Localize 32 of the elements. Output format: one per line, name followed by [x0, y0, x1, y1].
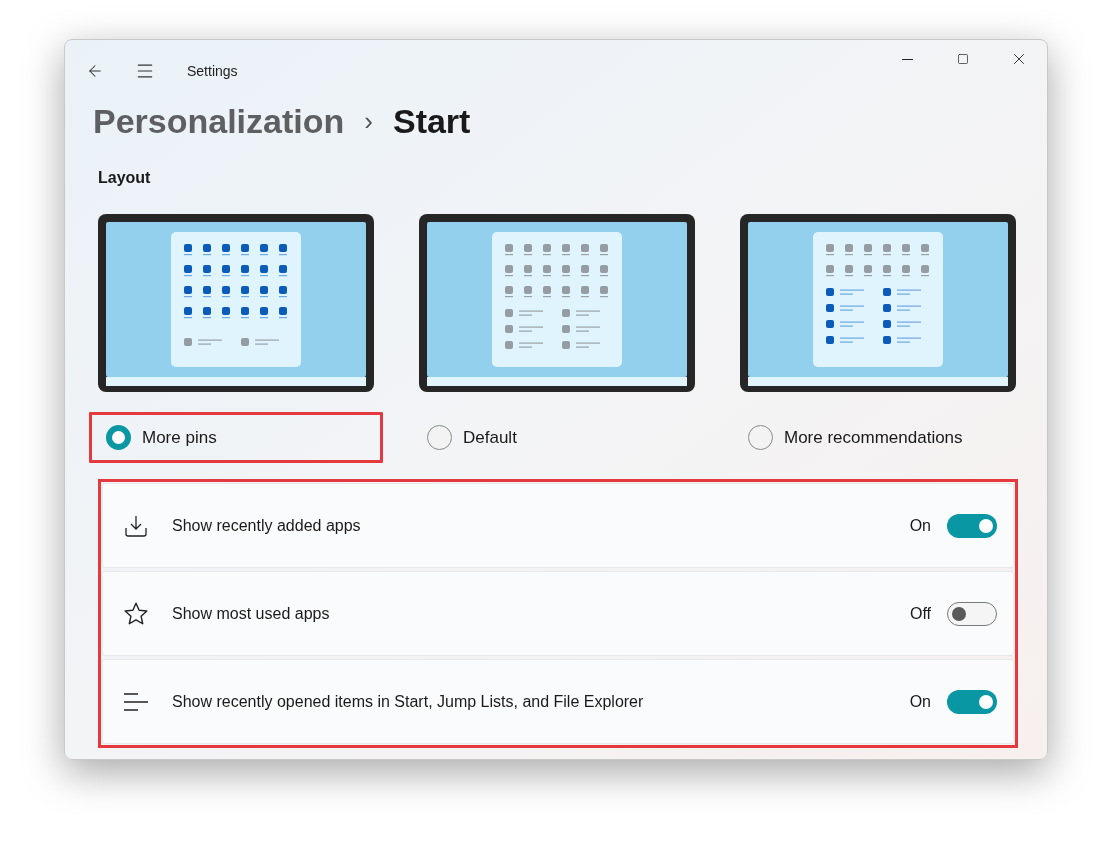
toggle-knob	[952, 606, 966, 621]
minimize-icon	[901, 58, 913, 60]
setting-label: Show recently added apps	[172, 515, 361, 536]
breadcrumb-separator: ›	[364, 108, 373, 134]
toggle-state-label: On	[909, 515, 931, 536]
toggle-switch[interactable]	[947, 513, 997, 538]
setting-label: Show most used apps	[172, 603, 330, 624]
layout-option-label: Default	[463, 426, 517, 449]
radio-button[interactable]	[427, 425, 452, 450]
window-title: Settings	[187, 61, 238, 81]
toggle-knob	[979, 694, 993, 709]
maximize-icon	[957, 53, 969, 65]
text-lines-icon	[123, 691, 149, 712]
page-title: Start	[392, 104, 471, 138]
back-icon	[86, 62, 104, 80]
section-title: Layout	[98, 168, 152, 188]
layout-option-label: More recommendations	[784, 426, 963, 449]
toggle-switch[interactable]	[947, 689, 997, 714]
setting-label: Show recently opened items in Start, Jump Lists, and File Explorer	[172, 691, 644, 712]
radio-button[interactable]	[748, 425, 773, 450]
layout-option[interactable]: Default	[410, 412, 704, 463]
breadcrumb-parent[interactable]: Personalization	[93, 104, 345, 138]
toggle-state-label: Off	[909, 603, 931, 624]
star-icon	[123, 600, 149, 627]
toggle-knob	[979, 518, 993, 533]
layout-option[interactable]: More pins	[89, 412, 383, 463]
download-icon	[124, 513, 148, 538]
layout-option-label: More pins	[142, 426, 217, 449]
toggle-switch[interactable]	[947, 601, 997, 626]
toggle-state-label: On	[909, 691, 931, 712]
layout-option[interactable]: More recommendations	[731, 412, 1025, 463]
radio-button[interactable]	[106, 425, 131, 450]
